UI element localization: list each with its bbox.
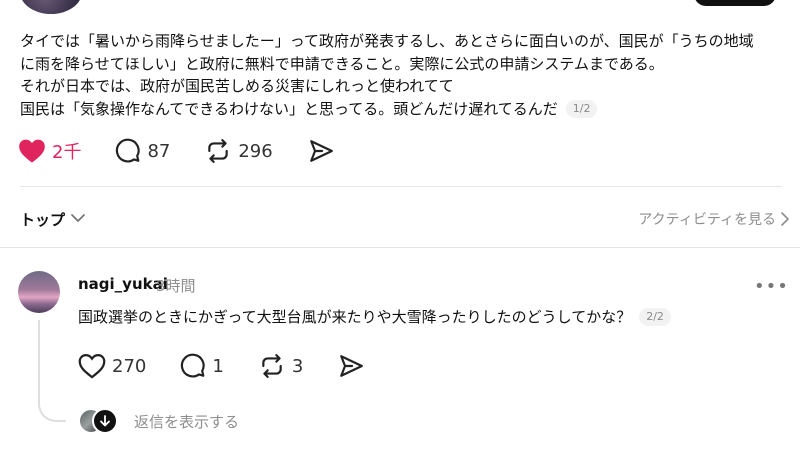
comment-icon bbox=[116, 138, 141, 163]
comment-icon bbox=[181, 353, 206, 378]
sort-dropdown[interactable]: トップ bbox=[20, 209, 65, 230]
share-button[interactable] bbox=[307, 138, 335, 164]
chevron-right-icon[interactable] bbox=[780, 212, 790, 226]
more-icon[interactable]: ••• bbox=[754, 276, 789, 297]
heart-icon bbox=[19, 139, 45, 163]
repost-button[interactable]: 3 bbox=[258, 353, 303, 379]
repost-count: 3 bbox=[291, 355, 304, 377]
share-icon bbox=[309, 140, 333, 162]
comment-count: 87 bbox=[147, 140, 171, 162]
like-button[interactable]: 270 bbox=[78, 353, 146, 379]
comment-button[interactable]: 87 bbox=[115, 138, 170, 164]
post-actions: 2千 87 296 bbox=[18, 138, 369, 164]
thread-line bbox=[38, 320, 66, 422]
avatar bbox=[92, 408, 118, 434]
like-count: 2千 bbox=[52, 142, 82, 163]
share-button[interactable] bbox=[337, 353, 365, 379]
chevron-down-icon[interactable] bbox=[70, 212, 86, 224]
divider bbox=[20, 186, 782, 187]
avatar[interactable] bbox=[18, 271, 60, 313]
section-separator bbox=[0, 247, 800, 248]
post-text-line: 国民は「気象操作なんてできるわけない」と思ってる。頭どんだけ遅れてるんだ 1/2 bbox=[20, 98, 780, 121]
replier-avatars[interactable] bbox=[78, 408, 118, 434]
reply-pager-badge: 2/2 bbox=[639, 308, 671, 326]
post-author-avatar[interactable] bbox=[20, 0, 82, 14]
post-body: タイでは「暑いから雨降らせましたー」って政府が発表するし、あとさらに面白いのが、… bbox=[20, 30, 780, 120]
view-activity-link[interactable]: アクティビティを見る bbox=[638, 209, 776, 229]
repost-button[interactable]: 296 bbox=[204, 138, 273, 164]
post-text-line: に雨を降らせてほしい」と政府に無料で申請できること。実際に公式の申請システムまで… bbox=[20, 54, 664, 73]
like-count: 270 bbox=[112, 355, 147, 377]
show-replies-link[interactable]: 返信を表示する bbox=[134, 411, 239, 432]
repost-count: 296 bbox=[238, 140, 273, 162]
follow-button[interactable] bbox=[694, 0, 776, 6]
heart-icon bbox=[78, 354, 106, 379]
post-text-line: それが日本では、政府が国民苦しめる災害にしれっと使われてて bbox=[20, 77, 454, 95]
comment-button[interactable]: 1 bbox=[180, 353, 224, 379]
share-icon bbox=[340, 355, 364, 377]
comment-count: 1 bbox=[212, 355, 224, 377]
reply-username[interactable]: nagi_yukai bbox=[78, 275, 168, 293]
reply-text: 国政選挙のときにかぎって大型台風が来たりや大雪降ったりしたのどうしてかな？ bbox=[78, 308, 632, 326]
post-text-line: タイでは「暑いから雨降らせましたー」って政府が発表するし、あとさらに面白いのが、… bbox=[20, 32, 754, 50]
arrow-down-icon bbox=[100, 415, 110, 427]
repost-icon bbox=[262, 354, 282, 378]
reply-timestamp: 3時間 bbox=[156, 277, 196, 295]
reply-body: 国政選挙のときにかぎって大型台風が来たりや大雪降ったりしたのどうしてかな？ 2/2 bbox=[78, 306, 671, 328]
post-pager-badge: 1/2 bbox=[565, 99, 598, 118]
reply-actions: 270 1 3 bbox=[78, 353, 399, 379]
repost-icon bbox=[208, 139, 229, 163]
like-button[interactable]: 2千 bbox=[18, 138, 81, 164]
sort-row: トップ アクティビティを見る bbox=[20, 206, 789, 232]
post-text-line-content: 国民は「気象操作なんてできるわけない」と思ってる。頭どんだけ遅れてるんだ bbox=[20, 99, 558, 118]
